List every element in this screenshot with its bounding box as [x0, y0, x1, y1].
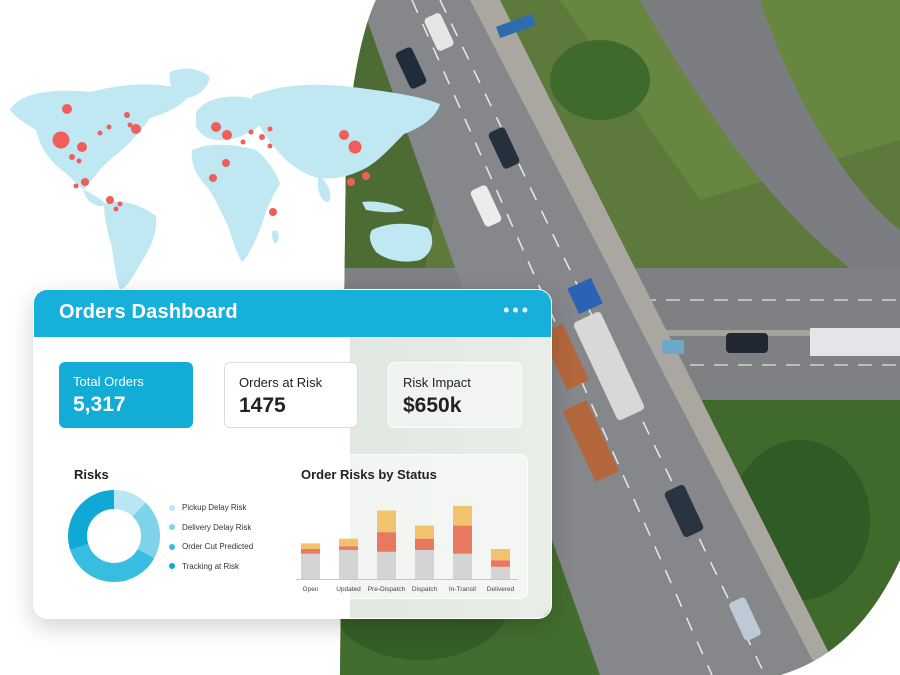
x-tick-label: In-Transit — [449, 586, 476, 593]
x-tick-label: Dispatch — [412, 586, 438, 593]
order-risks-bar-chart: Open Updated Pre-Dispatch Dispatch In-Transi… — [296, 505, 518, 593]
map-marker — [222, 159, 230, 167]
map-marker — [259, 134, 265, 140]
map-africa — [191, 144, 280, 262]
map-south-asia — [318, 176, 331, 203]
map-marker — [211, 122, 221, 132]
map-marker — [248, 129, 254, 135]
map-marker — [222, 130, 232, 140]
map-marker — [209, 174, 217, 182]
legend-label: Delivery Delay Risk — [182, 522, 252, 532]
map-indonesia — [362, 201, 404, 213]
kpi-value: $650k — [403, 394, 462, 417]
legend-dot — [169, 543, 175, 550]
dashboard-title: Orders Dashboard — [59, 301, 238, 323]
map-marker — [339, 130, 349, 140]
legend-item: Order Cut Predicted — [169, 537, 253, 557]
kpi-label: Orders at Risk — [239, 375, 323, 390]
bar-segment — [491, 560, 510, 567]
kpi-value: 5,317 — [73, 393, 126, 416]
legend-dot — [169, 524, 175, 531]
map-marker — [240, 139, 246, 145]
x-tick-label: Updated — [336, 586, 361, 593]
legend-item: Tracking at Risk — [169, 557, 253, 577]
map-marker — [73, 183, 79, 189]
x-tick-label: Delivered — [487, 586, 515, 593]
map-madagascar — [272, 230, 279, 244]
more-horizontal-icon[interactable]: ••• — [503, 300, 531, 321]
legend-dot — [169, 504, 175, 511]
legend-label: Pickup Delay Risk — [182, 503, 247, 513]
bar-segment — [491, 549, 510, 561]
legend-label: Order Cut Predicted — [182, 542, 254, 552]
kpi-orders-at-risk[interactable]: Orders at Risk 1475 — [224, 362, 358, 428]
map-marker — [267, 143, 273, 149]
risks-donut-chart — [68, 490, 160, 582]
legend-item: Pickup Delay Risk — [169, 498, 253, 518]
dashboard-header: Orders Dashboard ••• — [34, 290, 551, 337]
bar-segment — [339, 538, 358, 547]
legend-item: Delivery Delay Risk — [169, 518, 253, 538]
x-tick-label: Open — [303, 586, 319, 593]
bar-segment — [453, 525, 472, 554]
map-marker — [131, 124, 141, 134]
bar-segment — [377, 510, 396, 533]
map-australia — [369, 223, 433, 262]
kpi-risk-impact[interactable]: Risk Impact $650k — [388, 362, 522, 428]
map-marker — [52, 131, 70, 149]
x-tick-label: Pre-Dispatch — [368, 586, 406, 593]
risks-title: Risks — [74, 467, 109, 482]
order-risks-panel: Order Risks by Status Open Updated Pre-Dis… — [285, 454, 528, 599]
map-marker — [81, 178, 89, 186]
bar-segment — [301, 549, 320, 554]
bar-segment — [453, 553, 472, 579]
map-marker — [348, 140, 362, 154]
kpi-label: Total Orders — [73, 374, 144, 389]
map-central-america — [84, 190, 106, 207]
bar-segment — [339, 546, 358, 550]
map-marker — [124, 112, 130, 118]
bar-segment — [453, 505, 472, 526]
bar-segment — [491, 566, 510, 579]
map-marker — [69, 154, 75, 160]
map-marker — [347, 178, 355, 186]
kpi-total-orders[interactable]: Total Orders 5,317 — [59, 362, 193, 428]
legend-dot — [169, 563, 175, 570]
bar-segment — [301, 543, 320, 549]
world-map — [10, 68, 440, 290]
orders-dashboard-card: Orders Dashboard ••• Total Orders 5,317 … — [33, 289, 552, 619]
bar-segment — [377, 551, 396, 579]
map-south-america — [104, 201, 157, 290]
bar-segment — [301, 553, 320, 579]
map-marker — [62, 104, 72, 114]
kpi-value: 1475 — [239, 394, 286, 417]
map-marker — [76, 158, 82, 164]
legend-label: Tracking at Risk — [182, 561, 240, 571]
bar-segment — [339, 549, 358, 579]
bar-segment — [415, 549, 434, 579]
risks-legend: Pickup Delay Risk Delivery Delay Risk Or… — [169, 498, 253, 576]
bar-segment — [415, 538, 434, 550]
bar-segment — [415, 525, 434, 539]
map-marker — [106, 124, 112, 130]
map-marker — [267, 126, 273, 132]
map-marker — [117, 201, 123, 207]
bar-segment — [377, 532, 396, 552]
map-marker — [97, 130, 103, 136]
map-marker — [362, 172, 370, 180]
map-north-america — [10, 84, 190, 190]
map-marker — [77, 142, 87, 152]
map-marker — [113, 206, 119, 212]
kpi-label: Risk Impact — [403, 375, 471, 390]
map-marker — [269, 208, 277, 216]
map-marker — [106, 196, 114, 204]
